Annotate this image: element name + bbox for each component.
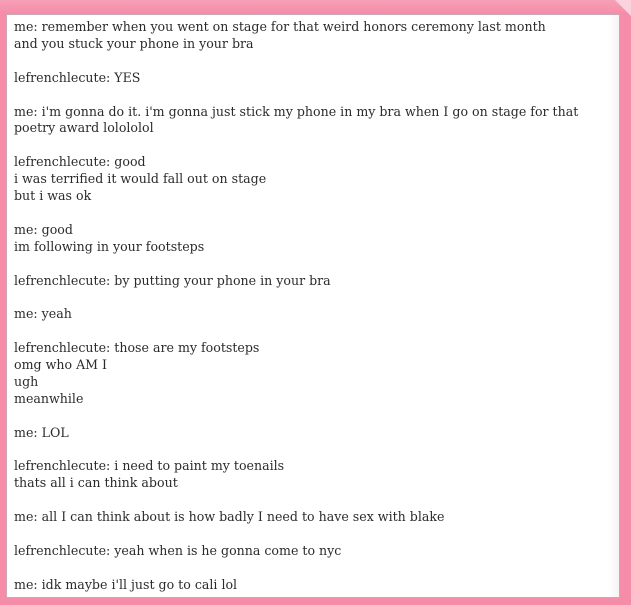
message-line: lefrenchlecute: yeah when is he gonna co… xyxy=(14,542,342,558)
message-line: lefrenchlecute: those are my footsteps xyxy=(14,340,260,356)
chat-message: me: idk maybe i'll just go to cali lol xyxy=(14,577,605,594)
message-line: me: i'm gonna do it. i'm gonna just stic… xyxy=(14,103,579,136)
message-line: me: all I can think about is how badly I… xyxy=(14,509,445,525)
chat-message: me: LOL xyxy=(14,425,605,442)
message-line: me: LOL xyxy=(14,424,69,440)
chat-message: me: all I can think about is how badly I… xyxy=(14,509,605,526)
chat-message: lefrenchlecute: yeah when is he gonna co… xyxy=(14,543,605,560)
message-line: im following in your footsteps xyxy=(14,238,205,254)
message-line: thats all i can think about xyxy=(14,475,178,491)
message-line: ugh xyxy=(14,373,39,389)
message-line: me: idk maybe i'll just go to cali lol xyxy=(14,576,238,592)
message-line: me: good xyxy=(14,221,73,237)
chat-message: lefrenchlecute: YES xyxy=(14,70,605,87)
window-top-border xyxy=(0,0,631,14)
chat-transcript-panel[interactable]: me: remember when you went on stage for … xyxy=(6,14,620,598)
message-line: me: yeah xyxy=(14,306,72,322)
message-line: me: remember when you went on stage for … xyxy=(14,19,546,34)
chat-message: lefrenchlecute: i need to paint my toena… xyxy=(14,458,605,492)
chat-message: me: i'm gonna do it. i'm gonna just stic… xyxy=(14,104,605,138)
message-line: omg who AM I xyxy=(14,357,108,373)
chat-message: lefrenchlecute: by putting your phone in… xyxy=(14,273,605,290)
message-line: lefrenchlecute: YES xyxy=(14,69,141,85)
message-line: i was terrified it would fall out on sta… xyxy=(14,171,267,187)
chat-message: me: remember when you went on stage for … xyxy=(14,19,605,53)
chat-message: me: yeah xyxy=(14,306,605,323)
scrollbar-edge[interactable] xyxy=(609,15,619,597)
message-line: lefrenchlecute: good xyxy=(14,154,146,170)
message-line: lefrenchlecute: i need to paint my toena… xyxy=(14,458,285,474)
message-line: lefrenchlecute: by putting your phone in… xyxy=(14,272,331,288)
chat-message: lefrenchlecute: those are my footsteps o… xyxy=(14,340,605,408)
chat-log: me: remember when you went on stage for … xyxy=(14,19,605,597)
message-line: meanwhile xyxy=(14,390,84,406)
chat-message: me: good im following in your footsteps xyxy=(14,222,605,256)
message-line: and you stuck your phone in your bra xyxy=(14,35,254,51)
message-line: but i was ok xyxy=(14,188,92,204)
chat-message: lefrenchlecute: good i was terrified it … xyxy=(14,154,605,205)
